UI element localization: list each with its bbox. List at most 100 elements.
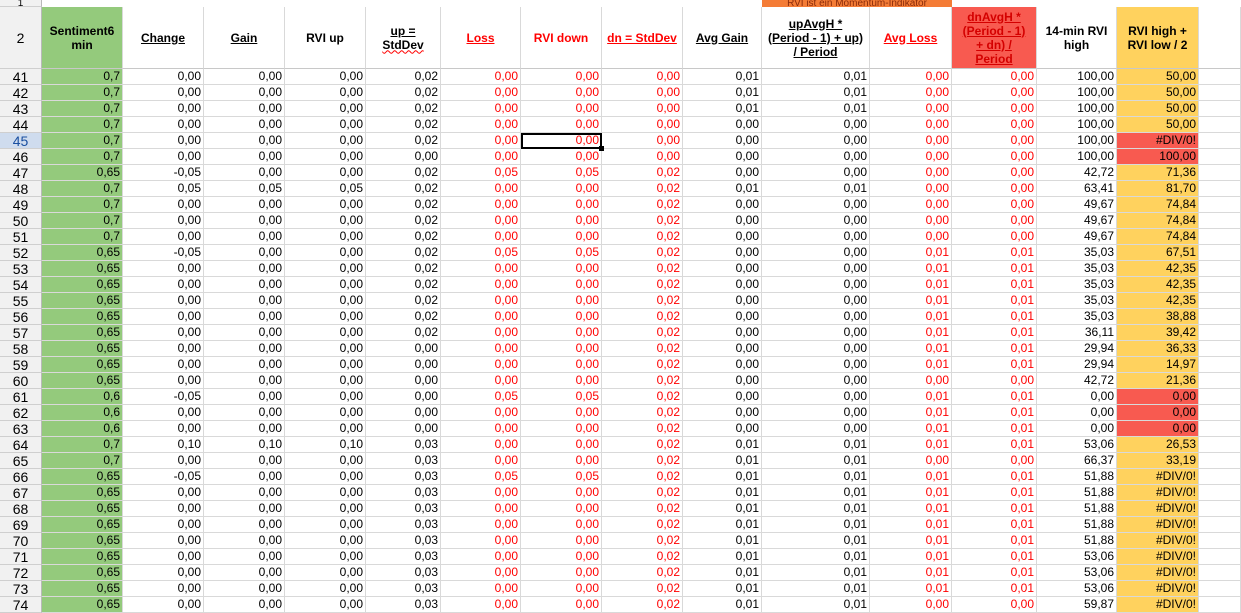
cell-up-stddev[interactable]: 0,03 [366, 485, 441, 501]
cell-up-stddev[interactable]: 0,02 [366, 325, 441, 341]
cell-upavgh-period-1-up-period[interactable]: 0,00 [762, 341, 870, 357]
cell-gain[interactable]: 0,00 [204, 309, 285, 325]
cell-avg-gain[interactable]: 0,01 [683, 597, 762, 613]
cell-gain[interactable]: 0,00 [204, 469, 285, 485]
cell-avg-loss[interactable]: 0,00 [870, 213, 952, 229]
cell-empty[interactable] [1199, 277, 1241, 293]
cell-14-min-rvi-high[interactable]: 51,88 [1037, 533, 1117, 549]
cell-gain[interactable]: 0,00 [204, 597, 285, 613]
cell-avg-gain[interactable]: 0,00 [683, 165, 762, 181]
cell-sentiment6-min[interactable]: 0,65 [42, 581, 123, 597]
cell-empty[interactable] [1199, 597, 1241, 613]
cell-dn-stddev[interactable]: 0,02 [602, 197, 683, 213]
cell-avg-loss[interactable]: 0,01 [870, 261, 952, 277]
cell-loss[interactable]: 0,00 [441, 501, 521, 517]
cell-change[interactable]: 0,00 [123, 101, 204, 117]
cell-rvi-down[interactable]: 0,00 [521, 517, 602, 533]
row-header-58[interactable]: 58 [0, 341, 42, 357]
cell-avg-gain[interactable]: 0,01 [683, 181, 762, 197]
cell-loss[interactable]: 0,00 [441, 69, 521, 85]
cell-rvi-up[interactable]: 0,00 [285, 341, 366, 357]
cell-change[interactable]: 0,00 [123, 277, 204, 293]
cell-empty[interactable] [1199, 341, 1241, 357]
cell-upavgh-period-1-up-period[interactable]: 0,01 [762, 597, 870, 613]
cell-rvi-down[interactable]: 0,00 [521, 485, 602, 501]
cell-dnavgh-period-1-dn-period[interactable]: 0,00 [952, 229, 1037, 245]
cell-14-min-rvi-high[interactable]: 53,06 [1037, 581, 1117, 597]
cell-14-min-rvi-high[interactable]: 49,67 [1037, 229, 1117, 245]
cell-empty[interactable] [1199, 373, 1241, 389]
cell-rvi-up[interactable]: 0,00 [285, 245, 366, 261]
cell-sentiment6-min[interactable]: 0,65 [42, 501, 123, 517]
cell-empty[interactable] [1199, 421, 1241, 437]
cell-rvi-high-rvi-low-2[interactable]: #DIV/0! [1117, 485, 1199, 501]
cell-loss[interactable]: 0,00 [441, 581, 521, 597]
cell-avg-gain[interactable]: 0,01 [683, 565, 762, 581]
row-header-44[interactable]: 44 [0, 117, 42, 133]
cell-rvi-up[interactable]: 0,00 [285, 261, 366, 277]
cell-change[interactable]: 0,00 [123, 485, 204, 501]
cell-up-stddev[interactable]: 0,03 [366, 501, 441, 517]
cell-dnavgh-period-1-dn-period[interactable]: 0,00 [952, 101, 1037, 117]
cell-dn-stddev[interactable]: 0,02 [602, 341, 683, 357]
cell-dn-stddev[interactable]: 0,02 [602, 309, 683, 325]
cell-gain[interactable]: 0,00 [204, 565, 285, 581]
cell-sentiment6-min[interactable]: 0,65 [42, 309, 123, 325]
cell-change[interactable]: 0,00 [123, 341, 204, 357]
cell-rvi-high-rvi-low-2[interactable]: 33,19 [1117, 453, 1199, 469]
cell-rvi-down[interactable]: 0,00 [521, 69, 602, 85]
cell-loss[interactable]: 0,00 [441, 293, 521, 309]
cell-loss[interactable]: 0,00 [441, 597, 521, 613]
cell-14-min-rvi-high[interactable]: 42,72 [1037, 373, 1117, 389]
cell-14-min-rvi-high[interactable]: 35,03 [1037, 245, 1117, 261]
cell-rvi-down[interactable]: 0,00 [521, 85, 602, 101]
cell-avg-loss[interactable]: 0,00 [870, 453, 952, 469]
cell-14-min-rvi-high[interactable]: 100,00 [1037, 69, 1117, 85]
cell-up-stddev[interactable]: 0,02 [366, 213, 441, 229]
cell-sentiment6-min[interactable]: 0,65 [42, 597, 123, 613]
cell-upavgh-period-1-up-period[interactable]: 0,00 [762, 389, 870, 405]
cell-rvi-high-rvi-low-2[interactable]: 74,84 [1117, 213, 1199, 229]
cell-loss[interactable]: 0,00 [441, 373, 521, 389]
cell-rvi-up[interactable]: 0,00 [285, 229, 366, 245]
cell-change[interactable]: 0,00 [123, 261, 204, 277]
cell-rvi-up[interactable]: 0,00 [285, 389, 366, 405]
cell-avg-loss[interactable]: 0,01 [870, 469, 952, 485]
cell-rvi-down[interactable]: 0,00 [521, 117, 602, 133]
cell-sentiment6-min[interactable]: 0,7 [42, 69, 123, 85]
cell-14-min-rvi-high[interactable]: 100,00 [1037, 117, 1117, 133]
cell-gain[interactable]: 0,00 [204, 453, 285, 469]
cell-rvi-high-rvi-low-2[interactable]: 100,00 [1117, 149, 1199, 165]
cell-empty[interactable] [1199, 133, 1241, 149]
cell-up-stddev[interactable]: 0,02 [366, 165, 441, 181]
cell-rvi-up[interactable]: 0,00 [285, 117, 366, 133]
cell-avg-loss[interactable]: 0,01 [870, 565, 952, 581]
cell-rvi-down[interactable]: 0,05 [521, 165, 602, 181]
cell-avg-gain[interactable]: 0,01 [683, 485, 762, 501]
cell-dnavgh-period-1-dn-period[interactable]: 0,00 [952, 133, 1037, 149]
cell-gain[interactable]: 0,00 [204, 245, 285, 261]
cell-dnavgh-period-1-dn-period[interactable]: 0,00 [952, 597, 1037, 613]
cell-loss[interactable]: 0,05 [441, 469, 521, 485]
cell-sentiment6-min[interactable]: 0,65 [42, 245, 123, 261]
cell-upavgh-period-1-up-period[interactable]: 0,01 [762, 581, 870, 597]
cell-rvi-down[interactable]: 0,00 [521, 597, 602, 613]
cell-avg-gain[interactable]: 0,00 [683, 309, 762, 325]
cell-sentiment6-min[interactable]: 0,7 [42, 437, 123, 453]
row-header-74[interactable]: 74 [0, 597, 42, 613]
cell-gain[interactable]: 0,10 [204, 437, 285, 453]
cell-dnavgh-period-1-dn-period[interactable]: 0,01 [952, 469, 1037, 485]
cell-dn-stddev[interactable]: 0,02 [602, 485, 683, 501]
cell-rvi-down[interactable]: 0,00 [521, 197, 602, 213]
cell-dn-stddev[interactable]: 0,02 [602, 421, 683, 437]
cell-avg-gain[interactable]: 0,01 [683, 69, 762, 85]
cell-gain[interactable]: 0,00 [204, 213, 285, 229]
cell-dnavgh-period-1-dn-period[interactable]: 0,00 [952, 117, 1037, 133]
cell-change[interactable]: 0,00 [123, 581, 204, 597]
cell-up-stddev[interactable]: 0,02 [366, 245, 441, 261]
cell-upavgh-period-1-up-period[interactable]: 0,01 [762, 453, 870, 469]
cell-up-stddev[interactable]: 0,03 [366, 469, 441, 485]
cell-14-min-rvi-high[interactable]: 49,67 [1037, 197, 1117, 213]
cell-loss[interactable]: 0,00 [441, 181, 521, 197]
cell-empty[interactable] [1199, 565, 1241, 581]
